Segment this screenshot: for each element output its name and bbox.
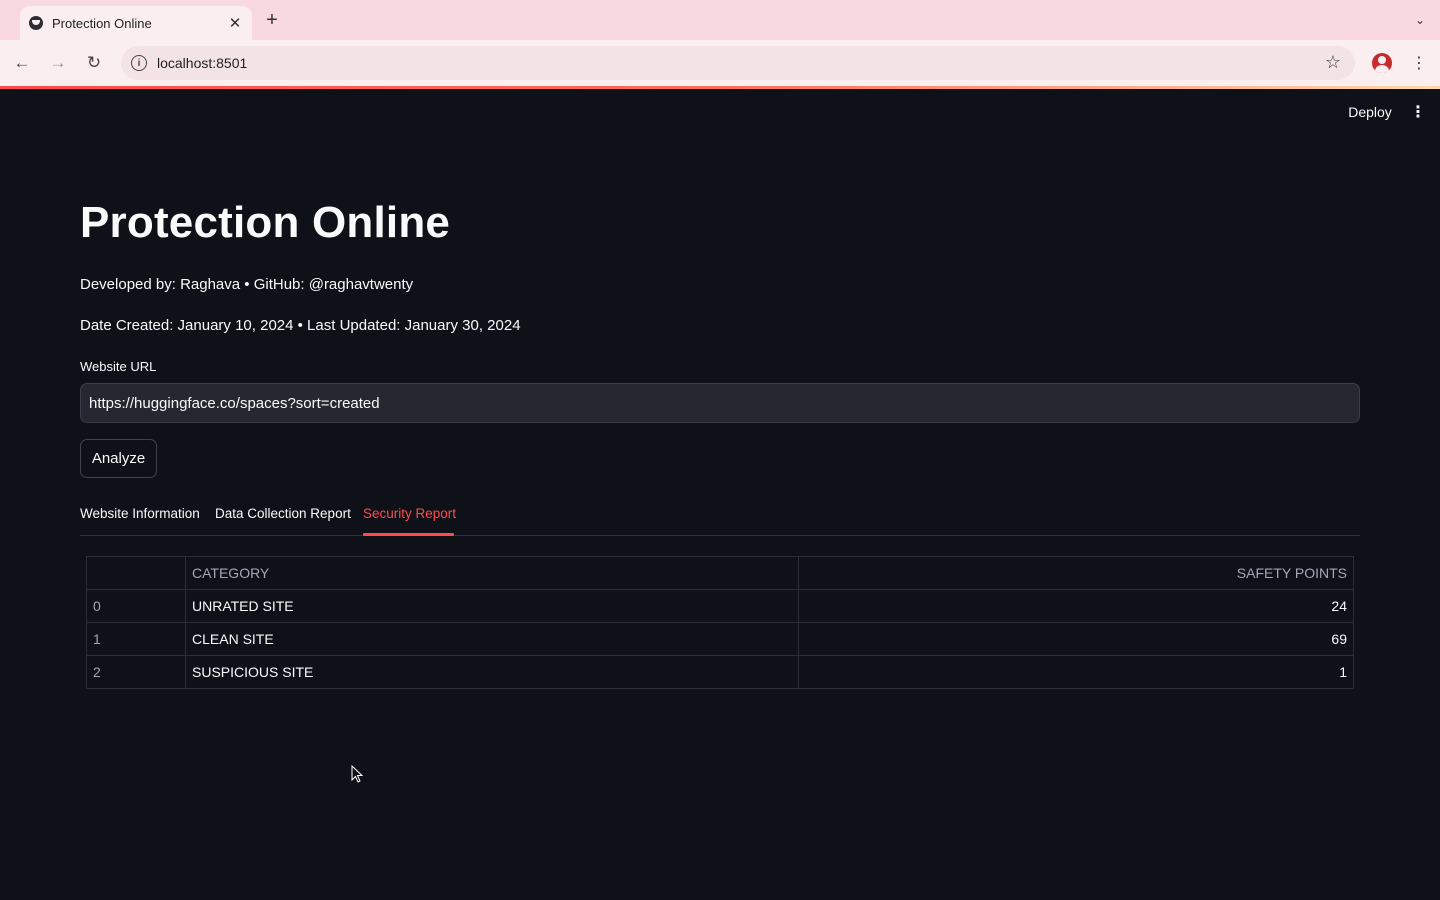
forward-arrow-icon[interactable]: → — [46, 51, 70, 75]
active-tab-indicator — [363, 533, 454, 536]
app-menu-icon[interactable]: ⋮ — [1408, 100, 1428, 124]
row-points[interactable]: 69 — [798, 622, 1354, 656]
address-bar[interactable]: i localhost:8501 ☆ — [121, 46, 1355, 80]
table-row: 1 CLEAN SITE 69 — [86, 622, 1354, 656]
tab-website-information[interactable]: Website Information — [80, 506, 200, 521]
row-index: 1 — [86, 622, 186, 656]
close-icon[interactable]: ✕ — [226, 14, 244, 32]
index-header[interactable] — [86, 556, 186, 590]
profile-avatar-icon[interactable] — [1372, 53, 1392, 73]
row-category[interactable]: UNRATED SITE — [185, 589, 799, 623]
reload-icon[interactable]: ↻ — [82, 51, 106, 75]
mouse-cursor-icon — [351, 765, 363, 783]
browser-tab-title: Protection Online — [52, 15, 152, 31]
browser-tab[interactable]: Protection Online ✕ — [20, 6, 252, 40]
table-row: 2 SUSPICIOUS SITE 1 — [86, 655, 1354, 689]
tab-security-report[interactable]: Security Report — [363, 506, 456, 521]
row-index: 0 — [86, 589, 186, 623]
browser-toolbar: ← → ↻ i localhost:8501 ☆ ⋮ — [0, 40, 1440, 86]
browser-tab-strip: Protection Online ✕ + ⌄ — [0, 0, 1440, 40]
row-category[interactable]: CLEAN SITE — [185, 622, 799, 656]
address-bar-url: localhost:8501 — [157, 55, 248, 71]
site-info-icon[interactable]: i — [131, 55, 147, 71]
tab-data-collection-report[interactable]: Data Collection Report — [215, 506, 351, 521]
chevron-down-icon[interactable]: ⌄ — [1408, 9, 1432, 31]
security-report-table: CATEGORY SAFETY POINTS 0 UNRATED SITE 24… — [86, 556, 1354, 689]
deploy-button[interactable]: Deploy — [1336, 100, 1404, 124]
table-row: 0 UNRATED SITE 24 — [86, 589, 1354, 623]
date-info: Date Created: January 10, 2024 • Last Up… — [80, 317, 521, 334]
developer-info: Developed by: Raghava • GitHub: @raghavt… — [80, 276, 414, 293]
row-points[interactable]: 24 — [798, 589, 1354, 623]
table-header-row: CATEGORY SAFETY POINTS — [86, 556, 1354, 590]
row-points[interactable]: 1 — [798, 655, 1354, 689]
new-tab-button[interactable]: + — [262, 9, 282, 31]
row-category[interactable]: SUSPICIOUS SITE — [185, 655, 799, 689]
back-arrow-icon[interactable]: ← — [10, 51, 34, 75]
website-url-label: Website URL — [80, 359, 157, 374]
category-header[interactable]: CATEGORY — [185, 556, 799, 590]
website-url-input[interactable] — [80, 383, 1360, 423]
browser-menu-icon[interactable]: ⋮ — [1410, 53, 1428, 73]
app-header-decoration — [0, 86, 1440, 89]
row-index: 2 — [86, 655, 186, 689]
streamlit-favicon-icon — [29, 16, 43, 30]
bookmark-star-icon[interactable]: ☆ — [1325, 52, 1341, 73]
page-title: Protection Online — [80, 198, 451, 247]
analyze-button[interactable]: Analyze — [80, 439, 157, 478]
safety-points-header[interactable]: SAFETY POINTS — [798, 556, 1354, 590]
report-tabs: Website Information Data Collection Repo… — [80, 500, 1360, 536]
